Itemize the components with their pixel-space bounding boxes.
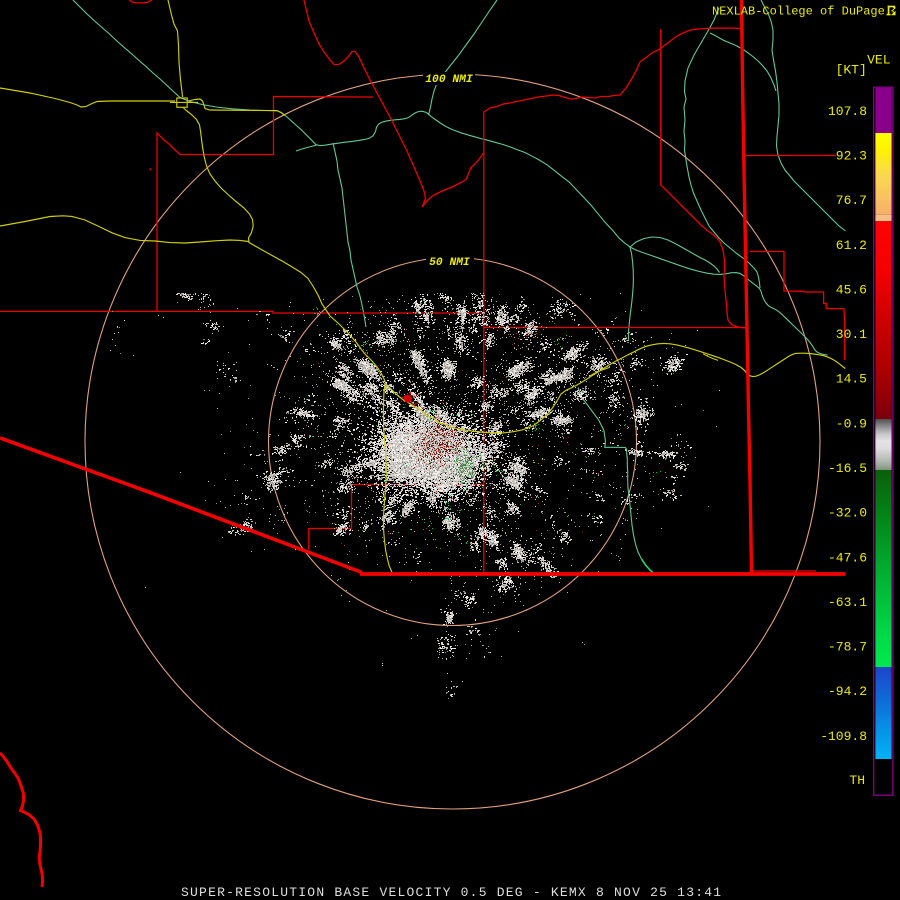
svg-text:SUPER-RESOLUTION BASE VELOCITY: SUPER-RESOLUTION BASE VELOCITY 0.5 DEG -…: [181, 885, 722, 900]
svg-text:-47.6: -47.6: [828, 550, 867, 565]
svg-text:45.6: 45.6: [836, 282, 867, 297]
svg-text:-94.2: -94.2: [828, 684, 867, 699]
svg-text:107.8: 107.8: [828, 104, 867, 119]
svg-text:-32.0: -32.0: [828, 506, 867, 521]
svg-text:100 NMI: 100 NMI: [425, 74, 473, 86]
svg-text:92.3: 92.3: [836, 148, 867, 163]
svg-text:NEXLAB-College of DuPage: NEXLAB-College of DuPage: [712, 5, 885, 19]
svg-text:-16.5: -16.5: [828, 461, 867, 476]
svg-text:76.7: 76.7: [836, 193, 867, 208]
svg-text:[KT]: [KT]: [836, 63, 867, 78]
svg-text:-0.9: -0.9: [836, 416, 867, 431]
svg-text:-109.8: -109.8: [820, 729, 867, 744]
svg-text:14.5: 14.5: [836, 372, 867, 387]
svg-text:50 NMI: 50 NMI: [429, 257, 470, 269]
svg-text:61.2: 61.2: [836, 238, 867, 253]
svg-text:VEL: VEL: [867, 52, 890, 67]
svg-text:TH: TH: [849, 773, 865, 788]
svg-text:30.1: 30.1: [836, 327, 867, 342]
svg-text:-63.1: -63.1: [828, 595, 867, 610]
svg-text:-78.7: -78.7: [828, 640, 867, 655]
